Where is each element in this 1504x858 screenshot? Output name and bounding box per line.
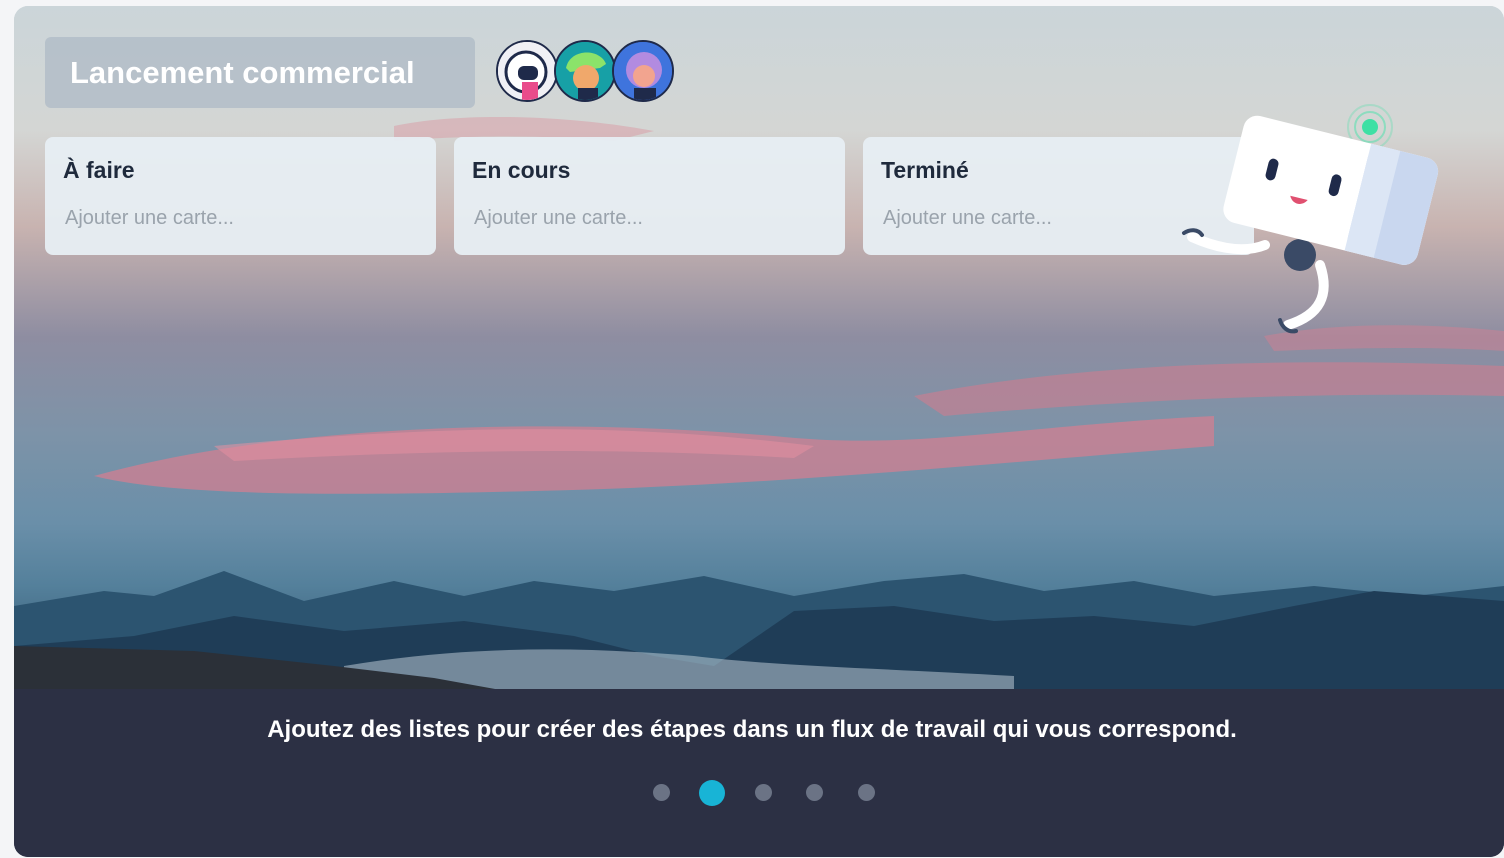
list-title[interactable]: Terminé xyxy=(881,157,969,184)
list-en-cours: En cours Ajouter une carte... xyxy=(454,137,845,255)
member-avatar-green-hair[interactable] xyxy=(554,40,616,102)
astronaut-avatar-icon xyxy=(498,42,556,100)
caption-band xyxy=(14,689,1504,857)
purple-hair-avatar-icon xyxy=(614,42,672,100)
carousel-dot-5[interactable] xyxy=(858,784,875,801)
carousel-pagination xyxy=(14,780,1504,810)
add-card-input[interactable]: Ajouter une carte... xyxy=(474,207,814,231)
carousel-dot-3[interactable] xyxy=(755,784,772,801)
carousel-dot-4[interactable] xyxy=(806,784,823,801)
robot-mascot-icon xyxy=(1182,104,1439,334)
board-members xyxy=(496,40,676,106)
board-lists: À faire Ajouter une carte... En cours Aj… xyxy=(45,137,1265,255)
green-hair-avatar-icon xyxy=(556,42,614,100)
list-title[interactable]: En cours xyxy=(472,157,570,184)
member-avatar-astronaut[interactable] xyxy=(496,40,558,102)
onboarding-caption: Ajoutez des listes pour créer des étapes… xyxy=(267,716,1237,743)
add-card-input[interactable]: Ajouter une carte... xyxy=(65,207,405,231)
carousel-dot-2-active[interactable] xyxy=(699,780,725,806)
list-title[interactable]: À faire xyxy=(63,157,135,184)
member-avatar-purple-hair[interactable] xyxy=(612,40,674,102)
board-title[interactable]: Lancement commercial xyxy=(45,37,475,108)
carousel-dot-1[interactable] xyxy=(653,784,670,801)
list-a-faire: À faire Ajouter une carte... xyxy=(45,137,436,255)
